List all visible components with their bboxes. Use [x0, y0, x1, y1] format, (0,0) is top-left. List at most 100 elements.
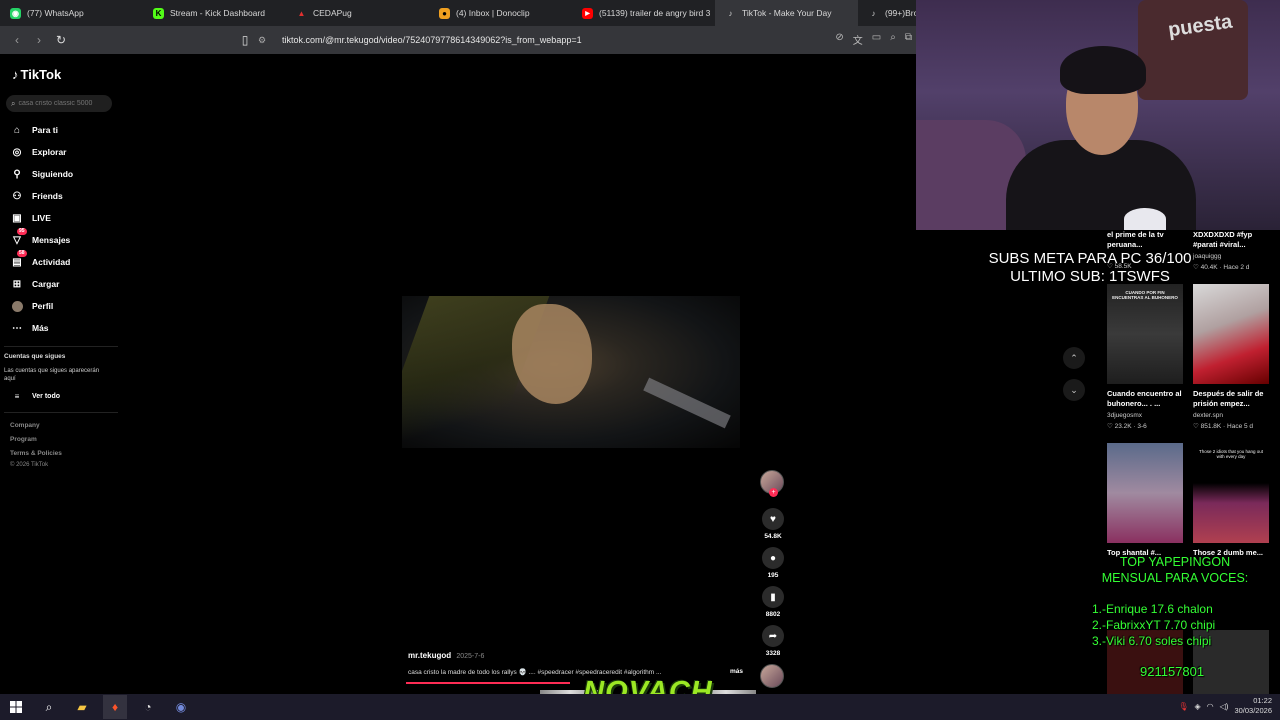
rec-thumbnail[interactable]: CUANDO POR FIN ENCUENTRAS AL BUHONERO	[1107, 284, 1183, 384]
extensions-icon[interactable]: ⧉	[905, 32, 912, 47]
tiktok-icon: ♪	[871, 8, 876, 18]
app-icon[interactable]: ◔	[136, 695, 160, 719]
save-button[interactable]: ▮ 8802	[760, 586, 786, 618]
tab-donoclip[interactable]: ● (4) Inbox | Donoclip	[429, 0, 572, 26]
rec-meta: ♡ 40.4K · Hace 2 d	[1193, 264, 1250, 271]
search-icon[interactable]: ⌕	[37, 695, 61, 719]
zoom-icon[interactable]: ⌕	[890, 32, 896, 47]
rec-thumbnail[interactable]	[1107, 443, 1183, 543]
reload-icon[interactable]: ↻	[52, 31, 70, 49]
site-info-icon[interactable]: ⚙	[258, 35, 272, 46]
nav-label: Mensajes	[32, 235, 71, 245]
like-count: 54.8K	[764, 533, 782, 540]
more-icon: ⋯	[12, 322, 22, 334]
tab-kick-dashboard[interactable]: K Stream - Kick Dashboard	[143, 0, 286, 26]
wifi-icon[interactable]: ◠	[1207, 702, 1214, 711]
tab-label: TikTok - Make Your Day	[742, 8, 832, 18]
footer-terms[interactable]: Terms & Policies	[10, 450, 62, 457]
chevron-down-icon[interactable]: ⌄	[1063, 379, 1085, 401]
share-icon: ➦	[762, 625, 784, 647]
rec-title[interactable]: Después de salir de prisión empez...	[1193, 389, 1269, 409]
sidebar-divider	[4, 412, 118, 413]
video-author[interactable]: mr.tekugod 2025-7-6	[408, 651, 484, 660]
see-all-link[interactable]: ≡ Ver todo	[10, 389, 60, 403]
whatsapp-icon: ◉	[10, 7, 21, 19]
back-arrow-icon[interactable]: ‹	[8, 31, 26, 49]
nav-friends[interactable]: ⚇ Friends	[10, 189, 63, 203]
nav-actividad[interactable]: ▤ 58 Actividad	[10, 250, 70, 269]
tiktok-logo-text: TikTok	[20, 67, 62, 82]
search-box[interactable]: ⌕	[6, 95, 112, 112]
network-icon[interactable]: ◈	[1194, 702, 1200, 711]
brave-browser-icon[interactable]: ♦	[103, 695, 127, 719]
search-input[interactable]	[18, 100, 107, 107]
rec-thumbnail[interactable]	[1193, 284, 1269, 384]
tab-tiktok-active[interactable]: ♪ TikTok - Make Your Day	[715, 0, 858, 26]
rec-title[interactable]: Cuando encuentro al buhonero... . ...	[1107, 389, 1183, 409]
forward-arrow-icon[interactable]: ›	[30, 31, 48, 49]
tiktok-logo[interactable]: ♪ TikTok	[12, 67, 61, 82]
tab-label: CEDAPug	[313, 8, 352, 18]
follow-plus-icon[interactable]: +	[769, 488, 778, 497]
footer-company[interactable]: Company	[10, 422, 40, 429]
rec-title[interactable]: el prime de la tv peruana...	[1107, 230, 1183, 250]
following-title: Cuentas que sigues	[4, 353, 66, 360]
rec-author: joaquiggg	[1193, 253, 1222, 260]
address-bar[interactable]: ⚙ tiktok.com/@mr.tekugod/video/752407977…	[258, 30, 908, 50]
chevron-up-icon[interactable]: ⌃	[1063, 347, 1085, 369]
nav-cargar[interactable]: ⊞ Cargar	[10, 277, 60, 291]
tab-youtube[interactable]: ▶ (51139) trailer de angry bird 3	[572, 0, 715, 26]
nav-para-ti[interactable]: ⌂ Para ti	[10, 123, 58, 137]
nav-label: LIVE	[32, 213, 51, 223]
comment-count: 195	[767, 572, 779, 579]
nav-mensajes[interactable]: ▽ 95 Mensajes	[10, 228, 71, 247]
donoclip-icon: ●	[439, 7, 450, 19]
translate-icon[interactable]: 文	[853, 32, 863, 47]
phone-number: 921157801	[1140, 664, 1205, 679]
friends-icon: ⚇	[12, 190, 22, 202]
sound-avatar[interactable]	[760, 664, 786, 688]
search-icon: ⌕	[11, 98, 16, 108]
tab-whatsapp[interactable]: ◉ (77) WhatsApp	[0, 0, 143, 26]
comment-button[interactable]: ● 195	[760, 547, 786, 579]
avatar	[760, 664, 784, 688]
rec-title[interactable]: XDXDXDXD #fyp #parati #viral...	[1193, 230, 1269, 250]
bookmark-icon[interactable]: ▯	[236, 31, 254, 49]
like-button[interactable]: ♥ 54.8K	[760, 508, 786, 540]
nav-mas[interactable]: ⋯ Más	[10, 321, 49, 335]
cast-icon[interactable]: ▭	[872, 32, 881, 47]
subs-goal-text: SUBS META PARA PC 36/100	[988, 250, 1192, 267]
rec-meta: ♡ 851.8K · Hace 5 d	[1193, 423, 1254, 430]
video-player[interactable]	[402, 296, 740, 448]
nav-siguiendo[interactable]: ⚲ Siguiendo	[10, 167, 73, 181]
profile-icon	[10, 299, 24, 313]
nav-perfil[interactable]: Perfil	[10, 299, 53, 313]
nav-explorar[interactable]: ◎ Explorar	[10, 145, 67, 159]
volume-icon[interactable]: ◁)	[1220, 702, 1229, 711]
youtube-icon: ▶	[582, 7, 593, 19]
rec-thumbnail[interactable]: Those 2 idiots that you hang out with ev…	[1193, 443, 1269, 543]
windows-start-icon[interactable]	[4, 695, 28, 719]
windows-taskbar: ⌕ ▰ ♦ ◔ ◉ 🎙 ◈ ◠ ◁) 01:22 30/03/2026	[0, 694, 1280, 720]
clock[interactable]: 01:22 30/03/2026	[1234, 696, 1272, 716]
share-button[interactable]: ➦ 3328	[760, 625, 786, 657]
following-icon: ⚲	[13, 168, 21, 180]
nav-label: Más	[32, 323, 49, 333]
video-content	[512, 304, 592, 404]
list-icon: ≡	[14, 391, 20, 401]
mic-icon[interactable]: 🎙	[1178, 702, 1188, 711]
tab-label: (77) WhatsApp	[27, 8, 84, 18]
tab-tiktok-2[interactable]: ♪ (99+)Bro...	[858, 0, 917, 26]
discord-icon[interactable]: ◉	[169, 695, 193, 719]
mute-icon[interactable]: ⊘	[835, 32, 843, 47]
footer-program[interactable]: Program	[10, 436, 37, 443]
browser-toolbar: ‹ › ↻ ▯ ⚙ tiktok.com/@mr.tekugod/video/7…	[0, 26, 916, 54]
webcam-person	[1060, 46, 1146, 94]
creator-avatar-button[interactable]: +	[760, 470, 786, 497]
file-explorer-icon[interactable]: ▰	[70, 695, 94, 719]
nav-live[interactable]: ▣ LIVE	[10, 211, 51, 225]
nav-label: Para ti	[32, 125, 58, 135]
tab-cedapug[interactable]: ▲ CEDAPug	[286, 0, 429, 26]
rec-meta: ♡ 23.2K · 3-6	[1107, 423, 1147, 430]
last-sub-text: ULTIMO SUB: 1TSWFS	[1010, 268, 1170, 285]
